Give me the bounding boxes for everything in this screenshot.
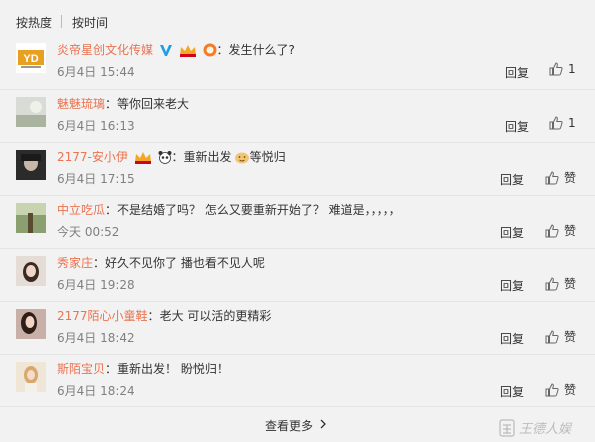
- comment-text: 发生什么了?: [228, 43, 295, 57]
- comment-content: 中立吃瓜：不是结婚了吗？ 怎么又要重新开始了？ 难道是，，，，，: [57, 203, 401, 217]
- comment-item: 斯陌宝贝：重新出发！ 盼悦归！ 6月4日 18:24 回复 赞: [0, 354, 595, 407]
- comment-content: 2177-安小伊 ：重新出发 等悦归: [57, 148, 286, 169]
- crown-icon: [134, 150, 152, 169]
- comment-item: 魅魅琉璃：等你回来老大 6月4日 16:13 回复 1: [0, 89, 595, 142]
- like-count: 1: [568, 62, 576, 76]
- comment-time: 6月4日 17:15: [57, 172, 135, 186]
- svg-text:YD: YD: [23, 53, 38, 65]
- thumbs-up-icon: [545, 170, 559, 185]
- reply-button[interactable]: 回复: [505, 64, 529, 81]
- reply-button[interactable]: 回复: [500, 171, 524, 188]
- avatar[interactable]: [16, 256, 46, 286]
- comment-username[interactable]: 魅魅琉璃: [57, 97, 105, 111]
- avatar[interactable]: [16, 309, 46, 339]
- comment-username[interactable]: 2177-安小伊: [57, 150, 128, 164]
- avatar[interactable]: YD: [16, 43, 46, 73]
- comment-text-suffix: 等悦归: [249, 150, 286, 164]
- comment-item: 2177陌心小童鞋：老大 可以活的更精彩 6月4日 18:42 回复 赞: [0, 301, 595, 354]
- comment-time: 今天 00:52: [57, 225, 120, 239]
- avatar[interactable]: [16, 203, 46, 233]
- thumbs-up-icon: [545, 382, 559, 397]
- reply-button[interactable]: 回复: [500, 224, 524, 241]
- comment-text: 重新出发！ 盼悦归！: [117, 362, 229, 376]
- avatar[interactable]: [16, 97, 46, 127]
- comment-username[interactable]: 2177陌心小童鞋: [57, 309, 148, 323]
- comment-content: 秀家庄：好久不见你了 播也看不见人呢: [57, 256, 265, 270]
- sort-by-hot-tab[interactable]: 按热度: [16, 14, 52, 31]
- comment-time: 6月4日 15:44: [57, 65, 135, 79]
- like-label: 赞: [564, 171, 577, 185]
- like-button[interactable]: 赞: [545, 328, 576, 345]
- comment-item: 秀家庄：好久不见你了 播也看不见人呢 6月4日 19:28 回复 赞: [0, 248, 595, 301]
- like-count: 1: [568, 116, 576, 130]
- comment-content: 2177陌心小童鞋：老大 可以活的更精彩: [57, 309, 272, 323]
- comment-username[interactable]: 中立吃瓜: [57, 203, 105, 217]
- reply-button[interactable]: 回复: [500, 330, 524, 347]
- watermark-text: 王德人娱: [519, 422, 573, 437]
- like-button[interactable]: 赞: [545, 169, 576, 186]
- comment-text: 重新出发: [183, 150, 232, 164]
- comment-time: 6月4日 16:13: [57, 119, 135, 133]
- like-button[interactable]: 赞: [545, 222, 576, 239]
- like-label: 赞: [564, 330, 577, 344]
- panda-icon: [158, 150, 172, 169]
- like-button[interactable]: 1: [549, 116, 576, 130]
- watermark-logo: 王德人娱: [499, 416, 591, 440]
- vip-v-icon: [159, 43, 173, 62]
- reply-button[interactable]: 回复: [500, 383, 524, 400]
- comment-text: 等你回来老大: [117, 97, 190, 111]
- thumbs-up-icon: [549, 116, 563, 130]
- comment-username[interactable]: 炎帝星创文化传媒: [57, 43, 153, 57]
- comment-content: 斯陌宝贝：重新出发！ 盼悦归！: [57, 362, 229, 376]
- comment-content: 炎帝星创文化传媒 ：发生什么了?: [57, 41, 295, 62]
- like-label: 赞: [564, 383, 577, 397]
- like-button[interactable]: 赞: [545, 275, 576, 292]
- avatar[interactable]: [16, 150, 46, 180]
- comment-username[interactable]: 斯陌宝贝: [57, 362, 105, 376]
- like-button[interactable]: 赞: [545, 381, 576, 398]
- cheer-emoji-icon: [234, 150, 250, 169]
- reply-button[interactable]: 回复: [500, 277, 524, 294]
- fan-badge-icon: [203, 43, 217, 62]
- chevron-right-icon[interactable]: [318, 418, 328, 430]
- sort-bar: 按热度 按时间: [0, 0, 595, 36]
- thumbs-up-icon: [549, 62, 563, 76]
- crown-icon: [179, 43, 197, 62]
- comment-time: 6月4日 18:42: [57, 331, 135, 345]
- comment-time: 6月4日 18:24: [57, 384, 135, 398]
- thumbs-up-icon: [545, 223, 559, 238]
- comment-text: 老大 可以活的更精彩: [159, 309, 272, 323]
- comment-item: YD 炎帝星创文化传媒 ：发生什么了? 6月4日 15:44 回复 1: [0, 36, 595, 89]
- reply-button[interactable]: 回复: [505, 118, 529, 135]
- view-more-link[interactable]: 查看更多: [265, 417, 313, 434]
- comment-item: 2177-安小伊 ：重新出发 等悦归 6月4日 17:15 回复 赞: [0, 142, 595, 195]
- comment-list: YD 炎帝星创文化传媒 ：发生什么了? 6月4日 15:44 回复 1 魅魅琉璃…: [0, 36, 595, 407]
- like-label: 赞: [564, 277, 577, 291]
- thumbs-up-icon: [545, 276, 559, 291]
- comment-text: 好久不见你了 播也看不见人呢: [105, 256, 265, 270]
- thumbs-up-icon: [545, 329, 559, 344]
- comment-time: 6月4日 19:28: [57, 278, 135, 292]
- like-button[interactable]: 1: [549, 62, 576, 76]
- like-label: 赞: [564, 224, 577, 238]
- comment-item: 中立吃瓜：不是结婚了吗？ 怎么又要重新开始了？ 难道是，，，，， 今天 00:5…: [0, 195, 595, 248]
- sort-by-time-tab[interactable]: 按时间: [72, 14, 108, 31]
- comment-content: 魅魅琉璃：等你回来老大: [57, 97, 190, 111]
- comment-username[interactable]: 秀家庄: [57, 256, 93, 270]
- comment-text: 不是结婚了吗？ 怎么又要重新开始了？ 难道是，，，，，: [117, 203, 401, 217]
- avatar[interactable]: [16, 362, 46, 392]
- sort-divider: [61, 15, 62, 28]
